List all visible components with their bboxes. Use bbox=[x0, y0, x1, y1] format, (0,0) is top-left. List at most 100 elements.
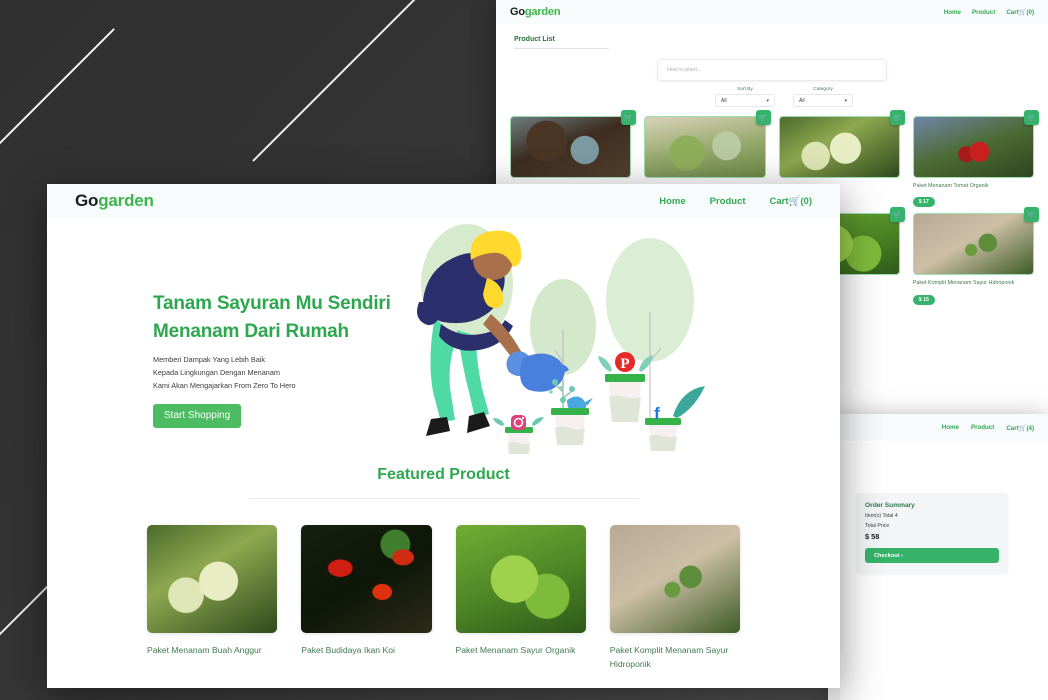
category-value: All bbox=[799, 97, 805, 104]
start-shopping-button[interactable]: Start Shopping bbox=[153, 404, 242, 429]
product-name: Paket Komplit Menanam Sayur Hidroponik bbox=[912, 280, 1015, 287]
filter-category: Category All ▾ bbox=[793, 87, 853, 107]
nav-cart[interactable]: Cart🛒(0) bbox=[1006, 8, 1034, 16]
featured-product-card[interactable]: Paket Budidaya Ikan Koi bbox=[301, 525, 432, 672]
nav-home[interactable]: Home bbox=[944, 9, 961, 16]
product-image[interactable] bbox=[778, 116, 900, 178]
order-summary-items-total: Item(s) Total 4 bbox=[865, 513, 898, 519]
product-card[interactable]: 🛒 Paket Komplit Menanam Sayur Hidroponik… bbox=[912, 207, 1039, 305]
brand-garden: garden bbox=[524, 6, 561, 18]
featured-product-name: Paket Budidaya Ikan Koi bbox=[301, 645, 395, 655]
brand-go: Go bbox=[75, 191, 99, 210]
add-to-cart-icon[interactable]: 🛒 bbox=[1024, 110, 1039, 125]
nav-cart-label: Cart bbox=[769, 195, 789, 207]
add-to-cart-icon[interactable]: 🛒 bbox=[755, 110, 771, 125]
brand-logo[interactable]: Gogarden bbox=[510, 6, 561, 18]
nav-cart[interactable]: Cart🛒(4) bbox=[1006, 424, 1034, 432]
filter-category-label: Category bbox=[813, 87, 833, 92]
nav-home[interactable]: Home bbox=[659, 196, 685, 207]
product-image[interactable] bbox=[510, 116, 632, 178]
nav-product[interactable]: Product bbox=[710, 196, 746, 207]
add-to-cart-icon[interactable]: 🛒 bbox=[621, 110, 637, 125]
product-image[interactable] bbox=[912, 213, 1034, 276]
hero-heading-line-1: Tanam Sayuran Mu Sendiri bbox=[153, 293, 391, 314]
svg-text:P: P bbox=[620, 356, 629, 372]
product-window-navbar: Gogarden Home Product Cart🛒(0) bbox=[496, 0, 1048, 24]
featured-product-card[interactable]: Paket Komplit Menanam Sayur Hidroponik bbox=[609, 525, 740, 672]
featured-divider bbox=[248, 498, 639, 499]
nav-cart[interactable]: Cart🛒(0) bbox=[770, 196, 812, 207]
cart-window-nav-links: Home Product Cart🛒(4) bbox=[942, 424, 1034, 432]
order-summary-panel: Order Summary Item(s) Total 4 Total Pric… bbox=[856, 493, 1008, 573]
nav-cart-count: (0) bbox=[800, 195, 812, 207]
nav-cart-count: (4) bbox=[1026, 424, 1034, 432]
hero-heading-line-2: Menanam Dari Rumah bbox=[153, 320, 349, 342]
cart-window[interactable]: Home Product Cart🛒(4) Order Summary Item… bbox=[828, 414, 1048, 700]
search-area: How to plant... bbox=[496, 59, 1048, 81]
page-title-underline bbox=[514, 48, 609, 49]
featured-product-card[interactable]: Paket Menanam Buah Anggur bbox=[147, 525, 278, 672]
hero-subtext-line-1: Memberi Dampak Yang Lebih Baik bbox=[153, 355, 266, 365]
product-image[interactable] bbox=[912, 116, 1034, 178]
filter-bar: Sort By All ▾ Category All ▾ bbox=[520, 87, 1048, 107]
featured-product-name: Paket Menanam Buah Anggur bbox=[147, 645, 262, 655]
checkout-button[interactable]: Checkout › bbox=[865, 548, 999, 563]
cart-window-body: Home Product Cart🛒(4) Order Summary Item… bbox=[828, 414, 1048, 700]
filter-sort-by: Sort By All ▾ bbox=[715, 87, 775, 107]
featured-product-name: Paket Menanam Sayur Organik bbox=[455, 645, 576, 655]
cart-window-navbar: Home Product Cart🛒(4) bbox=[828, 414, 1048, 441]
chevron-down-icon: ▾ bbox=[844, 97, 847, 104]
hero-subtext-line-3: Kami Akan Mengajarkan From Zero To Hero bbox=[153, 380, 296, 390]
product-price: $ 15 bbox=[912, 294, 935, 305]
hero-heading: Tanam Sayuran Mu Sendiri Menanam Dari Ru… bbox=[153, 290, 397, 345]
brand-logo[interactable]: Gogarden bbox=[75, 191, 154, 211]
search-input[interactable]: How to plant... bbox=[657, 59, 887, 81]
featured-product-image[interactable] bbox=[301, 525, 432, 633]
featured-product-image[interactable] bbox=[609, 525, 740, 633]
home-window[interactable]: Gogarden Home Product Cart🛒(0) Tanam Say… bbox=[47, 184, 840, 688]
nav-home[interactable]: Home bbox=[942, 424, 959, 431]
hero-illustration: P f bbox=[397, 218, 840, 458]
hero-subtext-line-2: Kepada Lingkungan Dengan Menanam bbox=[153, 368, 280, 378]
decorative-diagonal-line-1 bbox=[0, 28, 115, 150]
featured-product-grid: Paket Menanam Buah Anggur Paket Budidaya… bbox=[147, 525, 740, 672]
filter-sort-by-label: Sort By bbox=[737, 87, 753, 92]
decorative-diagonal-line-2 bbox=[252, 0, 424, 162]
product-card[interactable]: 🛒 Paket Menanam Tomat Organik $ 17 bbox=[912, 110, 1039, 208]
featured-product-name: Paket Komplit Menanam Sayur Hidroponik bbox=[609, 645, 729, 669]
featured-product-image[interactable] bbox=[455, 525, 586, 633]
order-summary-total-price-label: Total Price bbox=[865, 523, 890, 529]
brand-garden: garden bbox=[98, 191, 154, 210]
hero-copy: Tanam Sayuran Mu Sendiri Menanam Dari Ru… bbox=[47, 218, 397, 458]
order-summary-total-price: $ 58 bbox=[865, 532, 880, 541]
featured-product-image[interactable] bbox=[147, 525, 278, 633]
brand-go: Go bbox=[510, 6, 525, 18]
featured-product-card[interactable]: Paket Menanam Sayur Organik bbox=[455, 525, 586, 672]
home-window-navbar: Gogarden Home Product Cart🛒(0) bbox=[47, 184, 840, 218]
nav-cart-label: Cart bbox=[1006, 424, 1019, 432]
add-to-cart-icon[interactable]: 🛒 bbox=[889, 207, 905, 223]
order-summary-title: Order Summary bbox=[865, 502, 915, 509]
svg-text:f: f bbox=[654, 404, 660, 423]
nav-cart-label: Cart bbox=[1006, 9, 1019, 16]
sort-by-value: All bbox=[721, 97, 727, 104]
add-to-cart-icon[interactable]: 🛒 bbox=[1024, 207, 1039, 223]
featured-product-title: Featured Product bbox=[377, 466, 510, 483]
product-image[interactable] bbox=[644, 116, 766, 178]
shopping-cart-icon: 🛒 bbox=[788, 195, 801, 207]
page-title: Product List bbox=[514, 36, 555, 43]
category-select[interactable]: All ▾ bbox=[793, 94, 853, 107]
chevron-down-icon: ▾ bbox=[766, 97, 769, 104]
nav-product[interactable]: Product bbox=[971, 424, 994, 431]
add-to-cart-icon[interactable]: 🛒 bbox=[889, 110, 905, 125]
nav-product[interactable]: Product bbox=[972, 9, 995, 16]
gardener-illustration-svg: P f bbox=[417, 224, 705, 454]
nav-cart-count: (0) bbox=[1026, 9, 1034, 16]
product-price: $ 17 bbox=[912, 197, 935, 208]
product-name: Paket Menanam Tomat Organik bbox=[912, 183, 989, 189]
hero-section: Tanam Sayuran Mu Sendiri Menanam Dari Ru… bbox=[47, 218, 840, 458]
sort-by-select[interactable]: All ▾ bbox=[715, 94, 775, 107]
home-window-nav-links: Home Product Cart🛒(0) bbox=[659, 196, 812, 207]
hero-subtext: Memberi Dampak Yang Lebih Baik Kepada Li… bbox=[153, 354, 397, 392]
product-window-nav-links: Home Product Cart🛒(0) bbox=[944, 8, 1034, 17]
